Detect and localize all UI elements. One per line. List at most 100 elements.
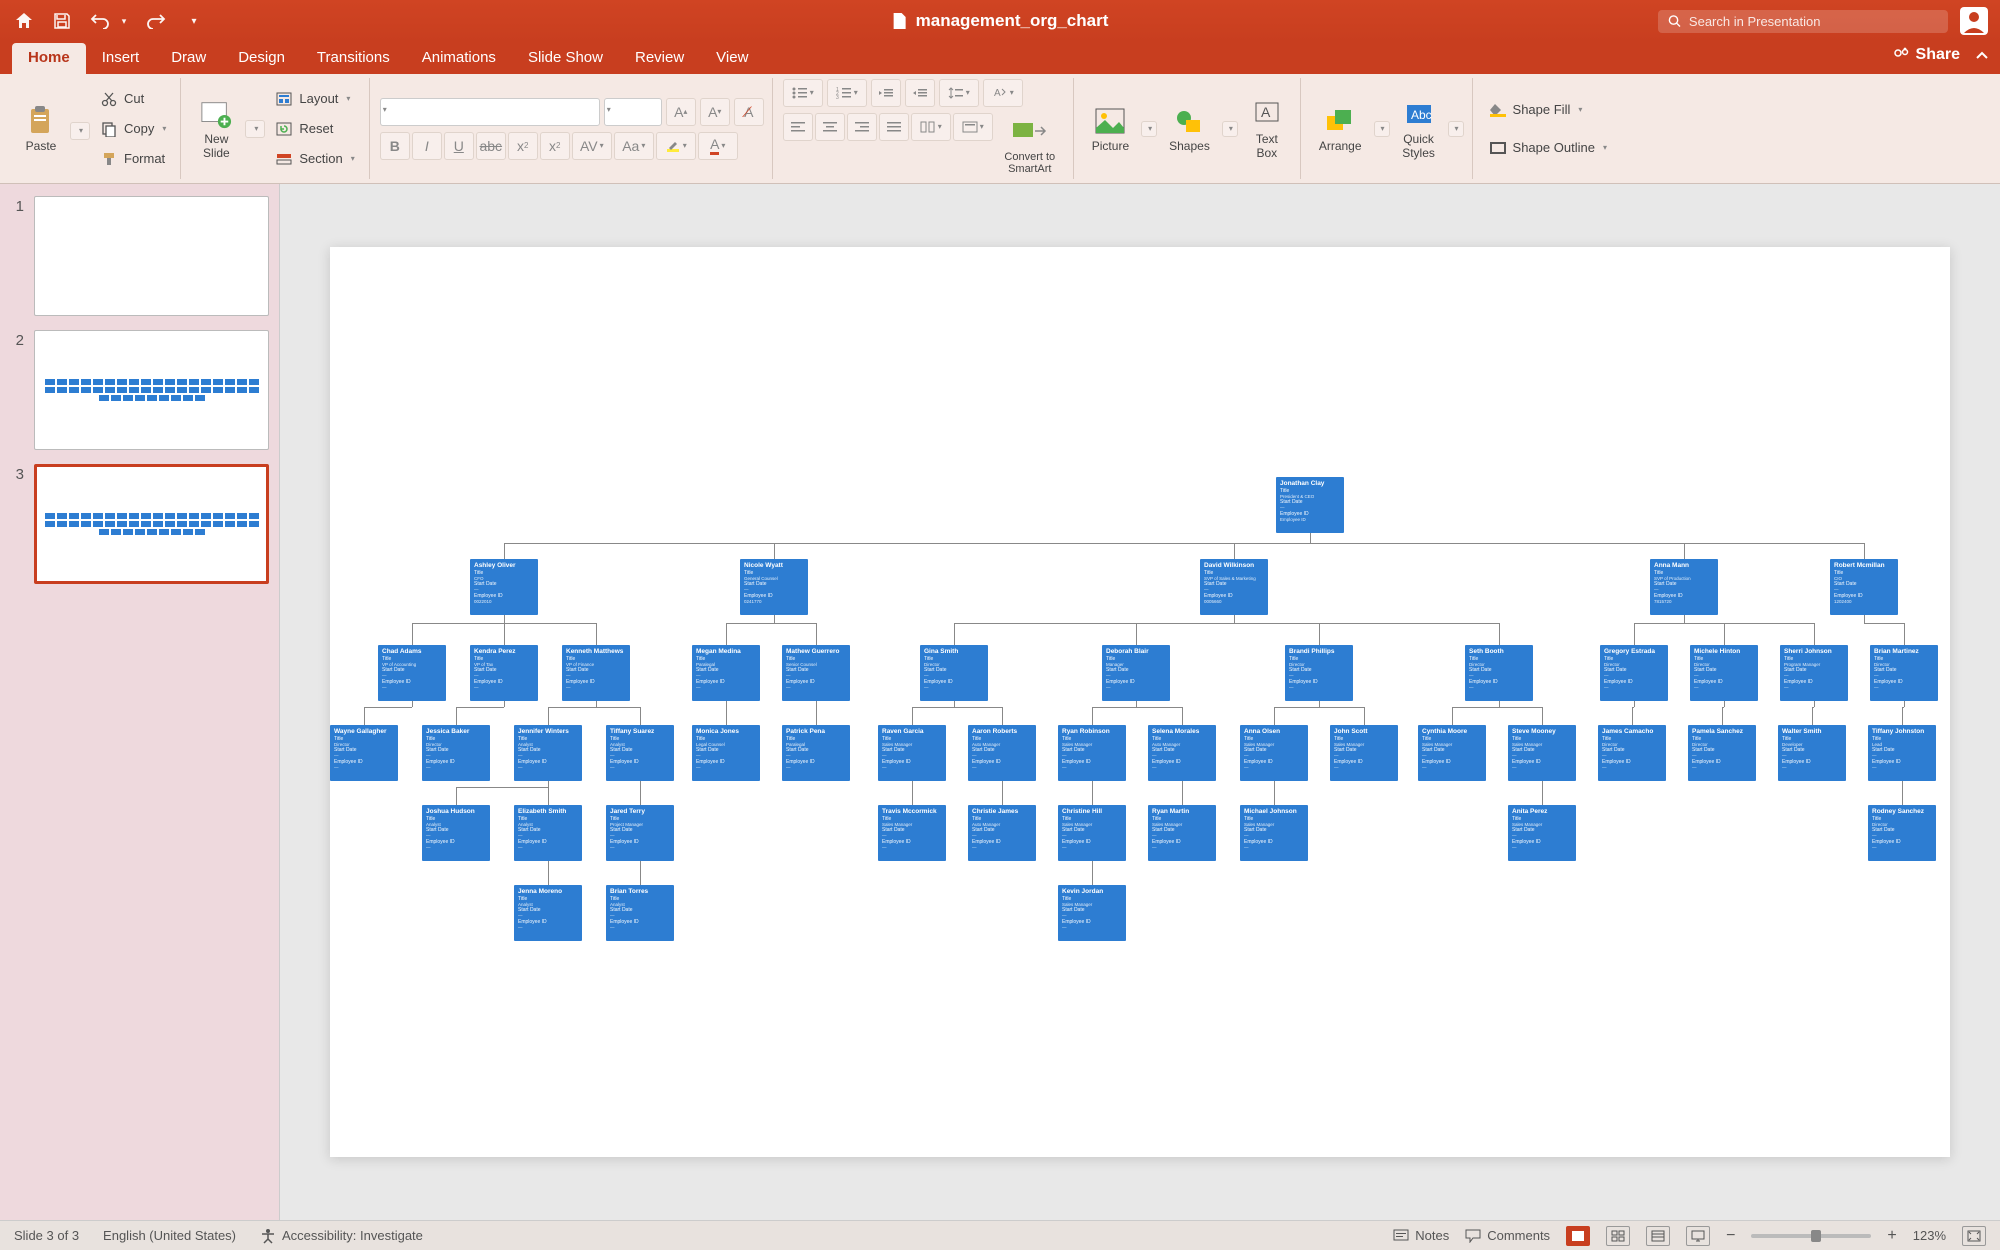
org-node[interactable]: Gregory EstradaTitleDirectorStart Date—E… [1600, 645, 1668, 701]
tab-slideshow[interactable]: Slide Show [512, 43, 619, 74]
italic-icon[interactable]: I [412, 132, 442, 160]
text-direction-icon[interactable]: A [983, 79, 1023, 107]
new-slide-button[interactable]: New Slide [191, 94, 241, 164]
quick-styles-dropdown[interactable] [1448, 121, 1464, 137]
accessibility-checker[interactable]: Accessibility: Investigate [260, 1228, 423, 1244]
org-node[interactable]: Cynthia MooreTitleSales ManagerStart Dat… [1418, 725, 1486, 781]
format-painter-button[interactable]: Format [94, 145, 172, 173]
org-node[interactable]: Christie JamesTitleAuto ManagerStart Dat… [968, 805, 1036, 861]
align-center-icon[interactable] [815, 113, 845, 141]
save-icon[interactable] [50, 9, 74, 33]
align-left-icon[interactable] [783, 113, 813, 141]
change-case-icon[interactable]: Aa [614, 132, 654, 160]
qat-dropdown-icon[interactable]: ▾ [182, 9, 206, 33]
org-node[interactable]: Anita PerezTitleSales ManagerStart Date—… [1508, 805, 1576, 861]
org-node[interactable]: Michele HintonTitleDirectorStart Date—Em… [1690, 645, 1758, 701]
org-node[interactable]: Kendra PerezTitleVP of TaxStart Date—Emp… [470, 645, 538, 701]
org-node[interactable]: Pamela SanchezTitleDirectorStart Date—Em… [1688, 725, 1756, 781]
org-node[interactable]: Megan MedinaTitleParalegalStart Date—Emp… [692, 645, 760, 701]
org-node[interactable]: John ScottTitleSales ManagerStart Date—E… [1330, 725, 1398, 781]
org-node[interactable]: Chad AdamsTitleVP of AccountingStart Dat… [378, 645, 446, 701]
org-node[interactable]: Ashley OliverTitleCFOStart Date—Employee… [470, 559, 538, 615]
picture-dropdown[interactable] [1141, 121, 1157, 137]
fit-to-window-icon[interactable] [1962, 1226, 1986, 1246]
shape-outline-button[interactable]: Shape Outline [1483, 134, 1613, 162]
org-node[interactable]: Aaron RobertsTitleAuto ManagerStart Date… [968, 725, 1036, 781]
tab-review[interactable]: Review [619, 43, 700, 74]
justify-icon[interactable] [879, 113, 909, 141]
search-box[interactable] [1658, 10, 1948, 33]
align-right-icon[interactable] [847, 113, 877, 141]
org-node[interactable]: Anna MannTitleSVP of ProductionStart Dat… [1650, 559, 1718, 615]
org-node[interactable]: Jenna MorenoTitleAnalystStart Date—Emplo… [514, 885, 582, 941]
shape-fill-button[interactable]: Shape Fill [1483, 96, 1613, 124]
sorter-view-icon[interactable] [1606, 1226, 1630, 1246]
highlight-icon[interactable] [656, 132, 696, 160]
share-button[interactable]: Share [1892, 46, 1960, 64]
bullets-icon[interactable] [783, 79, 823, 107]
convert-smartart-button[interactable]: Convert to SmartArt [995, 113, 1065, 179]
collapse-ribbon-icon[interactable] [1974, 48, 1990, 64]
tab-home[interactable]: Home [12, 43, 86, 74]
org-node[interactable]: Jennifer WintersTitleAnalystStart Date—E… [514, 725, 582, 781]
new-slide-dropdown[interactable] [245, 120, 265, 138]
zoom-in-icon[interactable]: + [1887, 1227, 1896, 1245]
search-input[interactable] [1689, 14, 1938, 29]
org-node[interactable]: Nicole WyattTitleGeneral CounselStart Da… [740, 559, 808, 615]
clear-formatting-icon[interactable]: A⟋ [734, 98, 764, 126]
strikethrough-icon[interactable]: abc [476, 132, 506, 160]
line-spacing-icon[interactable] [939, 79, 979, 107]
tab-draw[interactable]: Draw [155, 43, 222, 74]
reset-button[interactable]: Reset [269, 115, 360, 143]
slideshow-view-icon[interactable] [1686, 1226, 1710, 1246]
thumbnail-3[interactable]: 3 [10, 464, 269, 584]
org-node[interactable]: Brian MartinezTitleDirectorStart Date—Em… [1870, 645, 1938, 701]
org-node[interactable]: Joshua HudsonTitleAnalystStart Date—Empl… [422, 805, 490, 861]
quick-styles-button[interactable]: AbcQuick Styles [1394, 94, 1444, 164]
align-text-icon[interactable] [953, 113, 993, 141]
org-node[interactable]: Ryan MartinTitleSales ManagerStart Date—… [1148, 805, 1216, 861]
copy-button[interactable]: Copy [94, 115, 172, 143]
org-node[interactable]: Tiffany JohnstonTitleLeadStart Date—Empl… [1868, 725, 1936, 781]
org-node[interactable]: Jessica BakerTitleDirectorStart Date—Emp… [422, 725, 490, 781]
home-icon[interactable] [12, 9, 36, 33]
org-node[interactable]: Steve MooneyTitleSales ManagerStart Date… [1508, 725, 1576, 781]
textbox-button[interactable]: AText Box [1242, 94, 1292, 164]
char-spacing-icon[interactable]: AV [572, 132, 612, 160]
org-node[interactable]: Sherri JohnsonTitleProgram ManagerStart … [1780, 645, 1848, 701]
org-node[interactable]: Walter SmithTitleDeveloperStart Date—Emp… [1778, 725, 1846, 781]
org-node[interactable]: Gina SmithTitleDirectorStart Date—Employ… [920, 645, 988, 701]
zoom-slider[interactable] [1751, 1234, 1871, 1238]
slide-canvas[interactable]: Jonathan ClayTitlePresident & CEOStart D… [330, 247, 1950, 1157]
columns-icon[interactable] [911, 113, 951, 141]
increase-indent-icon[interactable] [905, 79, 935, 107]
font-name-input[interactable] [380, 98, 600, 126]
org-node[interactable]: David WilkinsonTitleSVP of Sales & Marke… [1200, 559, 1268, 615]
org-node[interactable]: Tiffany SuarezTitleAnalystStart Date—Emp… [606, 725, 674, 781]
org-node[interactable]: Christine HillTitleSales ManagerStart Da… [1058, 805, 1126, 861]
slide-thumbnail-panel[interactable]: 1 2 3 [0, 184, 280, 1220]
paste-button[interactable]: Paste [16, 101, 66, 157]
picture-button[interactable]: Picture [1084, 101, 1137, 157]
org-node[interactable]: Wayne GallagherTitleDirectorStart Date—E… [330, 725, 398, 781]
cut-button[interactable]: Cut [94, 85, 172, 113]
zoom-level[interactable]: 123% [1913, 1228, 1946, 1243]
numbering-icon[interactable]: 123 [827, 79, 867, 107]
org-node[interactable]: Brandi PhillipsTitleDirectorStart Date—E… [1285, 645, 1353, 701]
org-node[interactable]: Monica JonesTitleLegal CounselStart Date… [692, 725, 760, 781]
notes-button[interactable]: Notes [1393, 1228, 1449, 1243]
font-color-icon[interactable]: A [698, 132, 738, 160]
org-node[interactable]: Rodney SanchezTitleDirectorStart Date—Em… [1868, 805, 1936, 861]
arrange-dropdown[interactable] [1374, 121, 1390, 137]
font-size-input[interactable] [604, 98, 662, 126]
bold-icon[interactable]: B [380, 132, 410, 160]
layout-button[interactable]: Layout [269, 85, 360, 113]
tab-insert[interactable]: Insert [86, 43, 156, 74]
tab-transitions[interactable]: Transitions [301, 43, 406, 74]
undo-icon[interactable] [88, 9, 112, 33]
normal-view-icon[interactable] [1566, 1226, 1590, 1246]
org-node[interactable]: Patrick PenaTitleParalegalStart Date—Emp… [782, 725, 850, 781]
tab-design[interactable]: Design [222, 43, 301, 74]
language-indicator[interactable]: English (United States) [103, 1228, 236, 1243]
tab-animations[interactable]: Animations [406, 43, 512, 74]
